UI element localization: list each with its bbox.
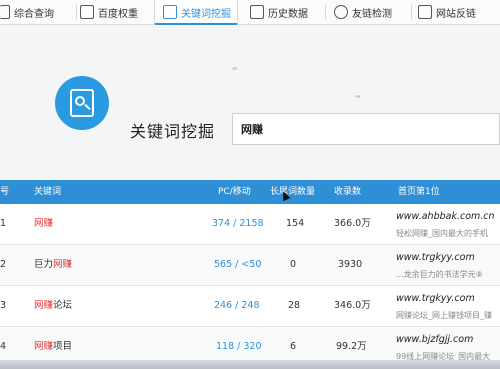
keyword-search-doc-icon: [55, 76, 109, 130]
tab-bar: 综合查询 百度权重 关键词挖掘 历史数据 友链检测 网站反链: [0, 0, 500, 25]
column-header-indexed[interactable]: 收录数: [334, 180, 361, 204]
tab-label: 友链检测: [352, 8, 392, 20]
row-index: 3: [0, 300, 7, 311]
keyword-cell[interactable]: 网赚: [34, 204, 53, 244]
longtail-count: 154: [286, 218, 305, 229]
tab-site-backlinks[interactable]: 网站反链: [418, 0, 500, 24]
home-icon: [0, 5, 10, 19]
tab-baidu-weight[interactable]: 百度权重: [80, 0, 148, 24]
indexed-count: 346.0万: [334, 300, 371, 311]
weight-icon: [80, 5, 94, 19]
rank1-site-desc: 轻松网赚_国内最大的手机: [396, 229, 488, 238]
rank1-site-link[interactable]: www.trgkyy.com: [396, 252, 475, 263]
decorative-dots: ▬: [355, 93, 361, 100]
keyword-cell[interactable]: 网赚论坛: [34, 286, 72, 326]
backlink-icon: [418, 5, 432, 19]
longtail-count: 28: [288, 300, 301, 311]
keyword-prefix: 巨力: [34, 259, 54, 270]
column-header-index[interactable]: 号: [0, 180, 9, 204]
keyword-highlight: 网赚: [53, 259, 73, 270]
link-icon: [334, 5, 348, 19]
column-header-longtail[interactable]: 长尾词数量: [270, 180, 315, 204]
tab-general-query[interactable]: 综合查询: [0, 0, 66, 24]
pc-mobile-value[interactable]: 246 / 248: [214, 286, 260, 326]
keyword-suffix: 项目: [53, 341, 73, 352]
tab-keyword-mining[interactable]: 关键词挖掘: [154, 0, 238, 25]
tab-label: 综合查询: [14, 8, 54, 20]
keyword-highlight: 网赚: [34, 218, 54, 229]
tab-history-data[interactable]: 历史数据: [244, 0, 314, 24]
rank1-site-desc: ...龙余巨力的书法学元⑧: [396, 270, 483, 279]
tab-link-check[interactable]: 友链检测: [334, 0, 404, 24]
longtail-count: 0: [290, 259, 297, 270]
decorative-dots: ▬: [232, 65, 238, 72]
table-row[interactable]: 1 网赚 374 / 2158 154 366.0万 www.ahbbak.co…: [0, 204, 500, 245]
taskbar: [0, 360, 500, 369]
indexed-count: 3930: [338, 259, 363, 270]
page-title: 关键词挖掘: [130, 122, 216, 141]
pc-mobile-value[interactable]: 374 / 2158: [212, 204, 264, 244]
column-header-keyword[interactable]: 关键词: [34, 180, 61, 204]
row-index: 1: [0, 218, 7, 229]
indexed-count: 366.0万: [334, 218, 371, 229]
tab-divider: [76, 5, 77, 19]
tab-divider: [411, 5, 412, 19]
row-index: 2: [0, 259, 7, 270]
keyword-suffix: 论坛: [53, 300, 73, 311]
pc-mobile-value[interactable]: 565 / <50: [214, 245, 261, 285]
column-header-pc-mobile[interactable]: PC/移动: [218, 180, 251, 204]
table-header: 号 关键词 PC/移动 长尾词数量 收录数 首页第1位: [0, 180, 500, 204]
rank1-site-link[interactable]: www.ahbbak.com.cn: [396, 211, 495, 222]
rank1-site-link[interactable]: www.bjzfgjj.com: [396, 334, 473, 345]
tab-divider: [325, 5, 326, 19]
table-row[interactable]: 3 网赚论坛 246 / 248 28 346.0万 www.trgkyy.co…: [0, 286, 500, 327]
history-icon: [250, 5, 264, 19]
keyword-cell[interactable]: 巨力网赚: [34, 245, 72, 285]
tab-label: 关键词挖掘: [181, 8, 231, 20]
keyword-highlight: 网赚: [34, 341, 54, 352]
keyword-icon: [163, 5, 177, 19]
table-row[interactable]: 2 巨力网赚 565 / <50 0 3930 www.trgkyy.com .…: [0, 245, 500, 286]
column-header-rank1[interactable]: 首页第1位: [398, 180, 440, 204]
rank1-site-link[interactable]: www.trgkyy.com: [396, 293, 475, 304]
tab-label: 百度权重: [98, 8, 138, 20]
rank1-site-desc: 网赚论坛_网上赚钱项目_赚: [396, 311, 492, 320]
tab-label: 网站反链: [436, 8, 476, 20]
search-input[interactable]: 网赚: [232, 113, 500, 145]
tab-label: 历史数据: [268, 8, 308, 20]
keyword-highlight: 网赚: [34, 300, 54, 311]
